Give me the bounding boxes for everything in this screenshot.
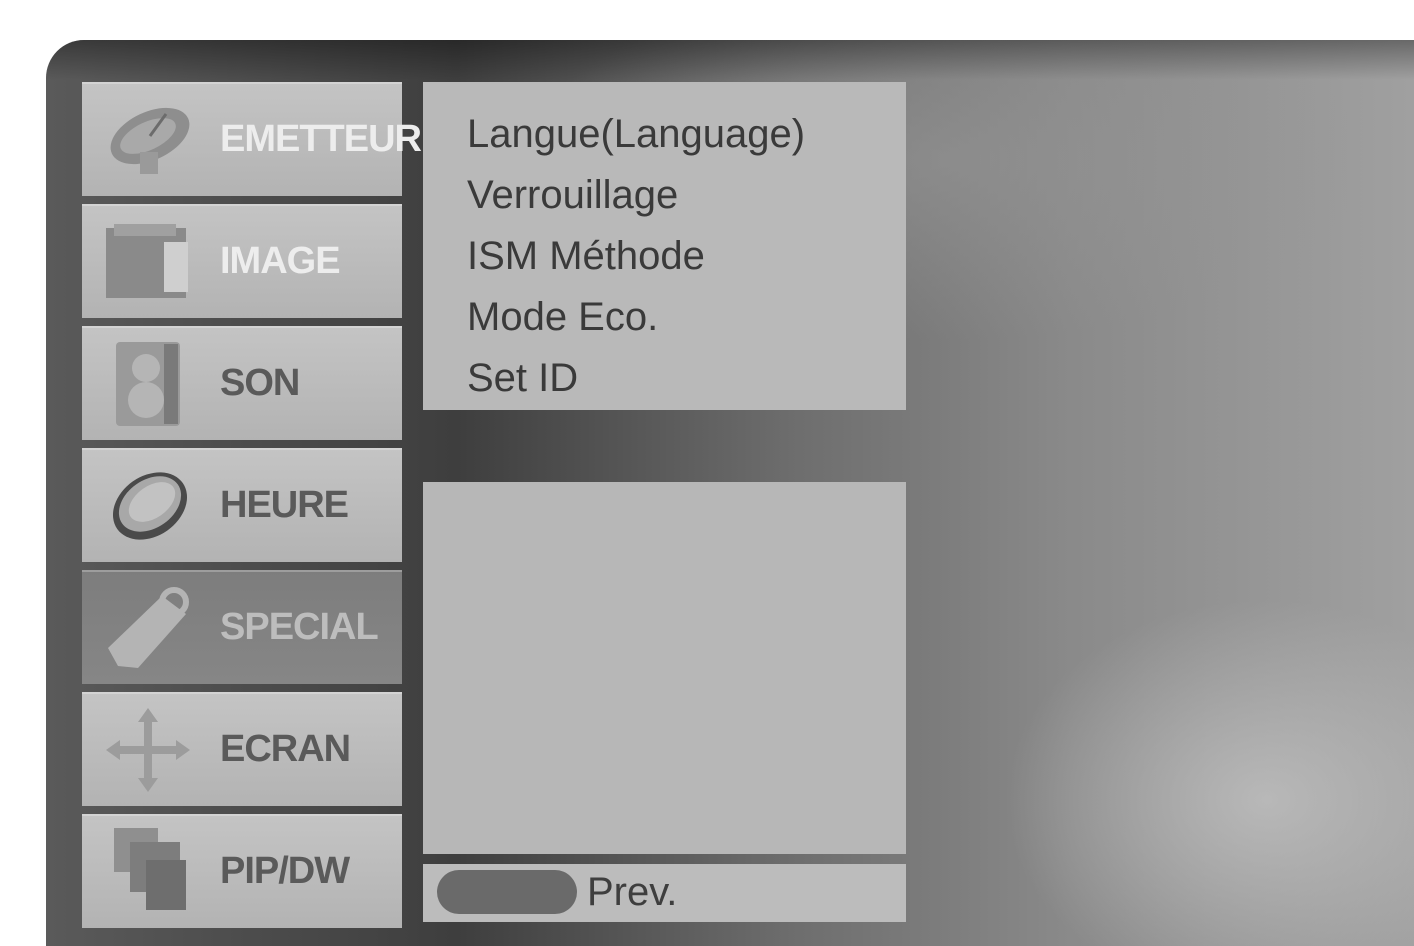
nav-item-son[interactable]: SON — [82, 326, 402, 440]
nav-item-label: SPECIAL — [220, 606, 379, 648]
submenu-item-language[interactable]: Langue(Language) — [467, 112, 805, 157]
nav-item-label: SON — [220, 362, 300, 404]
submenu-item-set-id[interactable]: Set ID — [467, 356, 578, 401]
info-panel — [423, 482, 906, 854]
nav-item-pipdw[interactable]: PIP/DW — [82, 814, 402, 928]
prev-label: Prev. — [587, 870, 678, 914]
prev-button-pill[interactable] — [437, 870, 577, 914]
special-submenu: Langue(Language) Verrouillage ISM Méthod… — [423, 82, 906, 410]
nav-item-label: EMETTEUR — [220, 118, 422, 160]
nav-item-ecran[interactable]: ECRAN — [82, 692, 402, 806]
tag-icon — [108, 587, 189, 668]
stacked-screens-icon — [114, 828, 186, 910]
osd-screen: EMETTEUR IMAGE SON HEURE SPECIAL ECRAN P… — [46, 40, 1414, 946]
submenu-item-lock[interactable]: Verrouillage — [467, 173, 678, 218]
nav-item-heure[interactable]: HEURE — [82, 448, 402, 562]
nav-item-emetteur[interactable]: EMETTEUR — [82, 82, 422, 196]
nav-item-label: HEURE — [220, 484, 349, 526]
submenu-item-ism-method[interactable]: ISM Méthode — [467, 234, 705, 279]
speaker-icon — [116, 342, 180, 426]
nav-item-label: ECRAN — [220, 728, 351, 770]
nav-item-special[interactable]: SPECIAL — [82, 570, 402, 684]
nav-item-label: IMAGE — [220, 240, 341, 282]
clock-icon — [112, 472, 188, 540]
satellite-dish-icon — [110, 107, 190, 174]
prev-bar[interactable]: Prev. — [423, 864, 906, 922]
move-arrows-icon — [106, 708, 190, 792]
nav-item-label: PIP/DW — [220, 850, 350, 892]
nav-item-image[interactable]: IMAGE — [82, 204, 402, 318]
submenu-item-eco-mode[interactable]: Mode Eco. — [467, 295, 658, 340]
picture-icon — [106, 224, 188, 298]
